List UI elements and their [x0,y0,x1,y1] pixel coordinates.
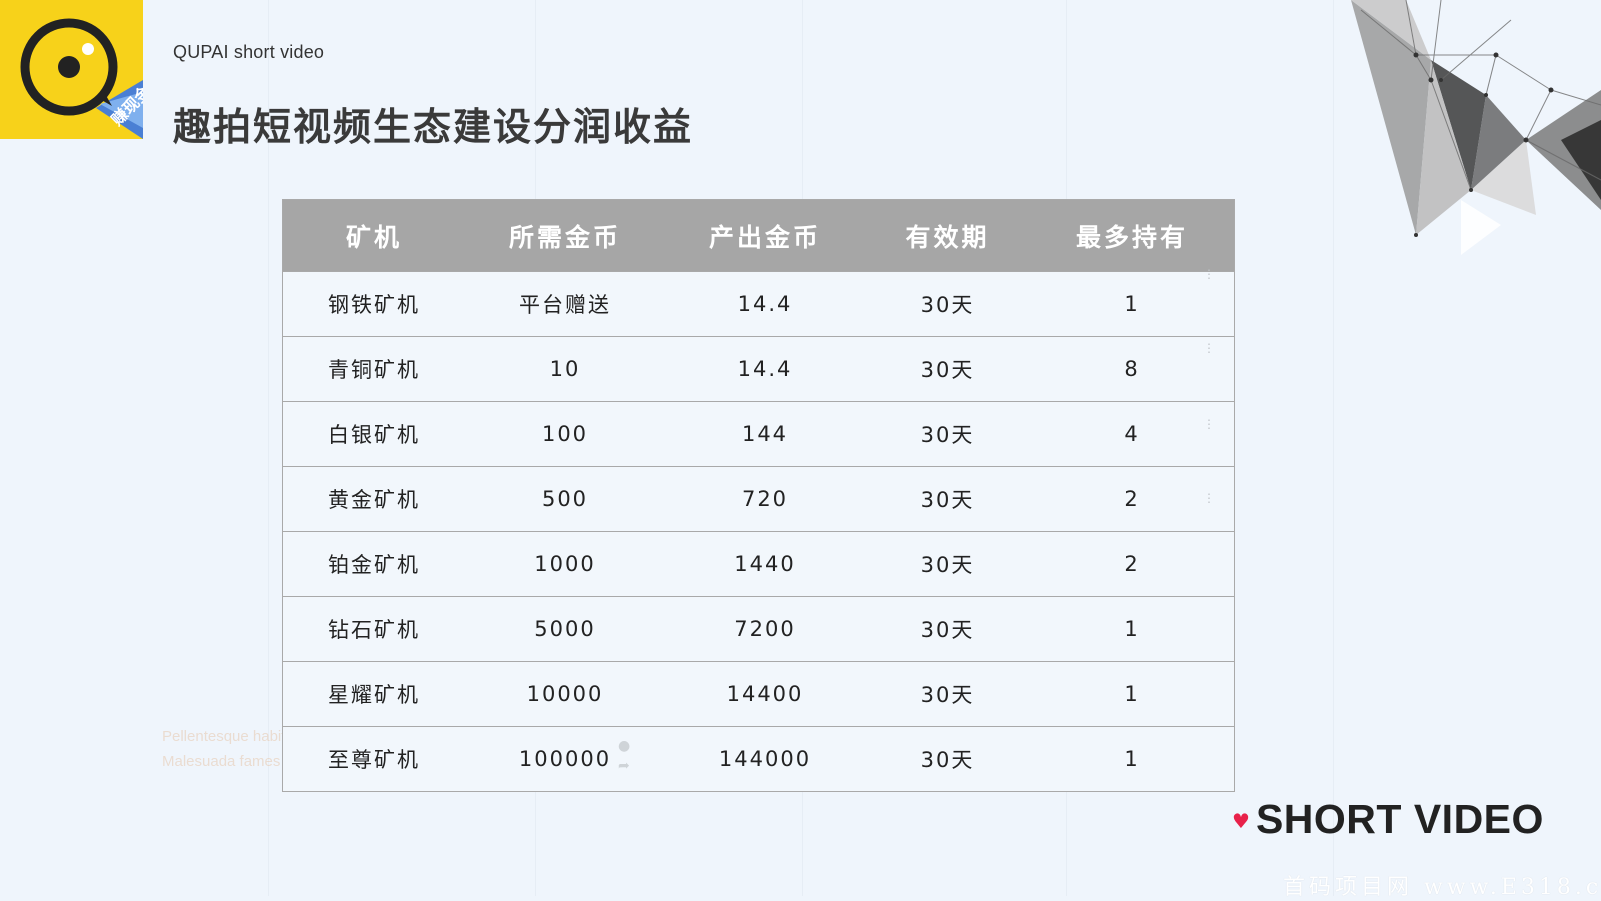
more-dots-icon: ⋮ [1203,418,1215,430]
table-row: 钢铁矿机 平台赠送 14.4 30天 1 [283,271,1234,337]
table-cell: 1000 [465,531,665,597]
table-header-row: 矿机 所需金币 产出金币 有效期 最多持有 [283,200,1234,272]
table-cell: 至尊矿机 [283,726,465,791]
table-cell: 30天 [865,401,1030,467]
header-cell-output: 产出金币 [665,200,865,272]
header-cell-cost: 所需金币 [465,200,665,272]
table-cell: 30天 [865,271,1030,337]
table-cell: 钢铁矿机 [283,271,465,337]
table-cell: 144 [665,401,865,467]
table-row: 青铜矿机 10 14.4 30天 8 [283,336,1234,402]
table-cell: 10 [465,336,665,402]
table-cell: 白银矿机 [283,401,465,467]
heart-icon: ♥ [1232,808,1250,833]
table-row: 白银矿机 100 144 30天 4 [283,401,1234,467]
table-cell: 100000 [465,726,665,791]
table-cell: 1 [1030,661,1234,727]
table-cell: 30天 [865,336,1030,402]
polygon-network-icon [1351,0,1601,255]
mining-machine-table: 矿机 所需金币 产出金币 有效期 最多持有 钢铁矿机 平台赠送 14.4 30天… [282,199,1235,792]
table-cell: 30天 [865,726,1030,791]
share-icon: ➦ [618,758,630,774]
table-cell: 黄金矿机 [283,466,465,532]
table-cell: 30天 [865,466,1030,532]
table-cell: 100 [465,401,665,467]
page-title: 趣拍短视频生态建设分润收益 [173,105,694,149]
qupai-logo: 赚现金 [0,0,143,139]
table-row: 铂金矿机 1000 1440 30天 2 [283,531,1234,597]
table-row: 黄金矿机 500 720 30天 2 [283,466,1234,532]
table-cell: 2 [1030,531,1234,597]
table-cell: 14.4 [665,336,865,402]
table-cell: 30天 [865,661,1030,727]
table-row: 至尊矿机 100000 144000 30天 1 [283,726,1234,791]
table-cell: 5000 [465,596,665,662]
header-cell-max-hold: 最多持有 [1030,200,1234,272]
table-cell: 铂金矿机 [283,531,465,597]
table-cell: 10000 [465,661,665,727]
header-cell-validity: 有效期 [865,200,1030,272]
more-dots-icon: ⋮ [1203,492,1215,504]
table-cell: 720 [665,466,865,532]
table-cell: 1 [1030,271,1234,337]
table-cell: 14.4 [665,271,865,337]
table-cell: 30天 [865,596,1030,662]
brand-text: SHORT VIDEO [1255,796,1544,842]
table-cell: 青铜矿机 [283,336,465,402]
chat-bubble-logo-icon: 赚现金 [20,18,143,139]
table-cell: 1440 [665,531,865,597]
brand-mark: ♥ SHORT VIDEO [1232,796,1544,843]
table-cell: 星耀矿机 [283,661,465,727]
table-cell: 30天 [865,531,1030,597]
header-cell-machine: 矿机 [283,200,465,272]
more-dots-icon: ⋮ [1203,268,1215,280]
comment-icon: ● [618,738,631,754]
page-subtitle: QUPAI short video [173,42,325,62]
table-cell: 钻石矿机 [283,596,465,662]
table-row: 星耀矿机 10000 14400 30天 1 [283,661,1234,727]
table-cell: 1 [1030,726,1234,791]
more-dots-icon: ⋮ [1203,342,1215,354]
watermark-text: 首码项目网 www.E318.com [1283,875,1601,900]
table-row: 钻石矿机 5000 7200 30天 1 [283,596,1234,662]
table-cell: 7200 [665,596,865,662]
table-cell: 144000 [665,726,865,791]
table-cell: 1 [1030,596,1234,662]
table-cell: 平台赠送 [465,271,665,337]
table-cell: 14400 [665,661,865,727]
table-cell: 500 [465,466,665,532]
table-cell: 4 [1030,401,1234,467]
